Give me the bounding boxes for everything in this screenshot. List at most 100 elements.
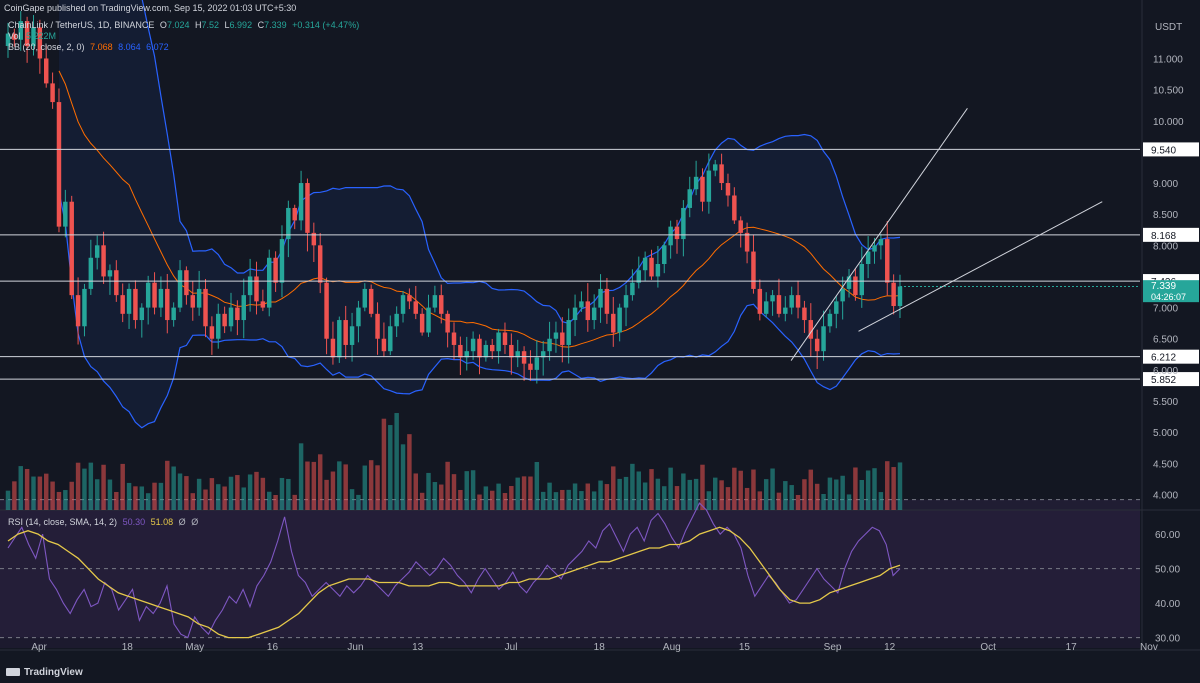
candle-body [579, 301, 584, 308]
volume-bar [865, 470, 871, 510]
candle-body [56, 102, 62, 227]
candle-body [165, 288, 170, 321]
volume-legend: Vol 5.222M [8, 31, 59, 41]
rsi-label: RSI (14, close, SMA, 14, 2) [8, 517, 118, 527]
candle-body [572, 307, 578, 321]
rsi-legend: RSI (14, close, SMA, 14, 2) 50.30 51.08 … [8, 517, 201, 527]
candle-body [439, 295, 444, 314]
volume-bar [152, 482, 157, 510]
candle-body [566, 320, 571, 345]
volume-bar [381, 418, 387, 510]
volume-bar [158, 482, 164, 510]
volume-bar [483, 486, 489, 510]
candle-body [693, 176, 699, 190]
candle-body [834, 301, 839, 314]
volume-bar [534, 461, 540, 510]
candle-body [872, 245, 877, 252]
volume-bar [43, 473, 49, 510]
candle-body [152, 282, 157, 308]
volume-bar [642, 482, 648, 510]
volume-bar [24, 468, 30, 510]
price-axis-tick: 4.500 [1153, 459, 1178, 470]
candle-body [139, 307, 145, 321]
candle-body [738, 220, 743, 233]
volume-bar [872, 468, 877, 510]
volume-bar [292, 494, 297, 510]
level-tag-label: 6.212 [1151, 353, 1176, 364]
volume-bar [515, 477, 520, 510]
candle-body [655, 264, 661, 277]
price-axis-tick: 8.000 [1153, 241, 1178, 252]
volume-bar [776, 492, 782, 510]
candle-body [553, 332, 559, 339]
volume-bar [228, 476, 234, 510]
candle-body [496, 332, 501, 352]
volume-bar [114, 491, 119, 510]
candle-body [216, 313, 221, 339]
price-axis-tick: 10.000 [1153, 117, 1184, 128]
volume-bar [649, 469, 654, 510]
candle-body [305, 183, 310, 233]
chart-area[interactable]: 9.5408.1687.4266.2125.852USDT11.00010.50… [0, 0, 1200, 683]
candle-body [604, 288, 610, 314]
volume-bar [655, 478, 661, 510]
volume-bar [190, 493, 196, 510]
candle-body [419, 313, 425, 333]
volume-bar [222, 486, 227, 510]
candle-body [662, 245, 667, 264]
candle-body [50, 83, 55, 103]
candle-body [744, 232, 750, 252]
time-axis-tick: Oct [980, 642, 996, 653]
volume-bar [12, 481, 17, 510]
volume-bar [235, 475, 240, 510]
candle-body [279, 239, 285, 283]
price-axis-tick: 9.000 [1153, 179, 1178, 190]
volume-bar [75, 462, 81, 510]
candle-body [298, 183, 304, 221]
candle-body [783, 307, 788, 314]
volume-bar [266, 491, 272, 510]
candle-body [445, 313, 450, 333]
chart-canvas[interactable]: 9.5408.1687.4266.2125.852USDT11.00010.50… [0, 0, 1200, 683]
volume-bar [407, 434, 412, 510]
candle-body [75, 295, 81, 327]
volume-bar [349, 489, 355, 510]
candle-body [878, 239, 884, 246]
candle-body [145, 282, 151, 308]
volume-bar [254, 471, 259, 510]
currency-label: USDT [1155, 22, 1182, 33]
candle-body [260, 301, 266, 308]
symbol-title: ChainLink / TetherUS, 1D, BINANCE [8, 20, 155, 30]
time-axis-tick: Aug [663, 642, 681, 653]
volume-bar [521, 476, 527, 510]
volume-bar [5, 490, 11, 510]
price-axis-tick: 11.000 [1153, 54, 1183, 65]
candle-body [209, 326, 215, 339]
volume-bar [445, 461, 450, 510]
candle-body [649, 257, 654, 277]
candle-body [509, 344, 514, 358]
volume-bar [885, 461, 890, 510]
volume-bar [311, 461, 317, 510]
volume-bar [770, 468, 775, 510]
vol-label: Vol [8, 31, 21, 41]
volume-bar [617, 478, 622, 510]
volume-bar [165, 460, 170, 510]
volume-bar [636, 471, 642, 510]
candle-body [642, 257, 648, 271]
volume-bar [133, 486, 138, 510]
rsi-axis-tick: 30.00 [1155, 634, 1180, 645]
volume-bar [279, 477, 285, 510]
volume-bar [693, 478, 699, 510]
volume-bar [88, 462, 94, 510]
volume-bar [126, 482, 132, 510]
time-axis-tick: 13 [412, 642, 424, 653]
volume-bar [763, 479, 769, 510]
volume-bar [814, 483, 820, 510]
candle-body [254, 276, 259, 302]
volume-bar [540, 491, 546, 510]
bb-lower-value: 6.072 [146, 42, 169, 52]
volume-bar [668, 467, 673, 510]
time-axis-tick: 18 [594, 642, 606, 653]
candle-body [337, 320, 342, 358]
